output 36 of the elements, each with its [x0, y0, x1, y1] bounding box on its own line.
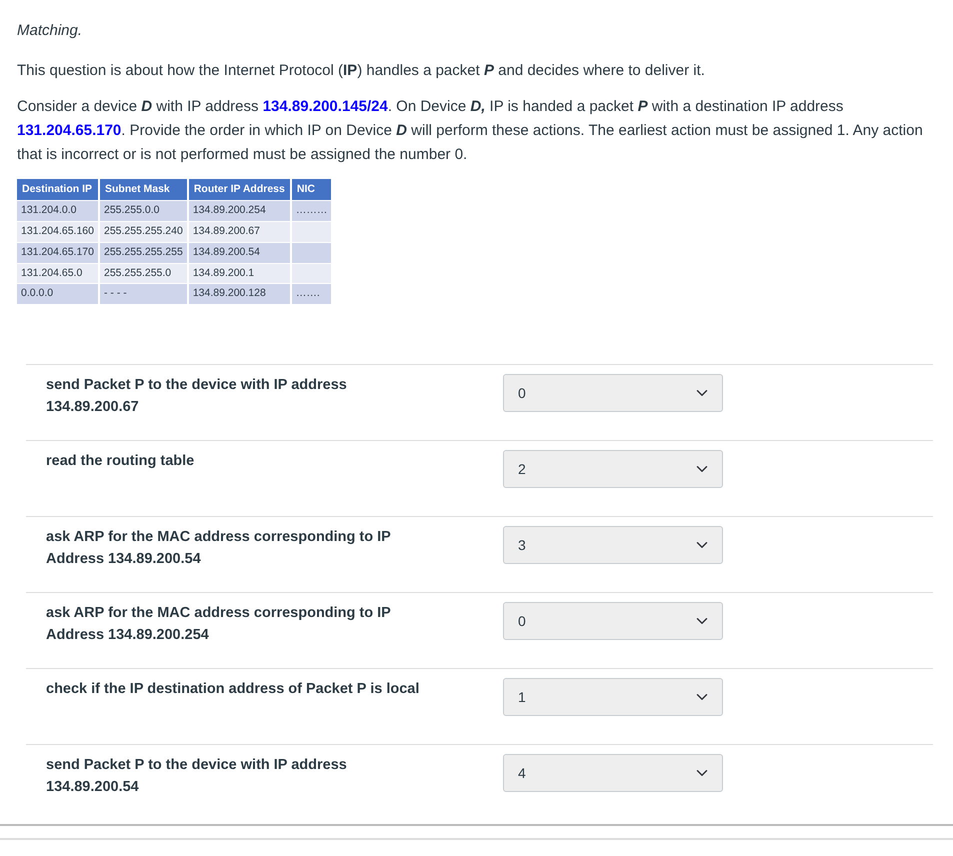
answer-dropdown[interactable]: 0: [503, 374, 723, 412]
table-cell: ………: [296, 204, 328, 216]
table-cell: 131.204.0.0: [21, 204, 76, 216]
answer-dropdown[interactable]: 2: [503, 450, 723, 488]
table-cell: 134.89.200.254: [192, 204, 266, 216]
table-cell: 134.89.200.67: [192, 225, 260, 237]
question-type: Matching.: [17, 21, 84, 41]
table-cell: 131.204.65.160: [21, 225, 94, 237]
answer-dropdown[interactable]: 1: [503, 678, 723, 716]
question-instructions: Consider a device D with IP address 134.89.200.145/24. On Device D, IP is handed a packet P with a destination IP address 131.204.65.170. Provide the order in which IP on Device D will perform these actions. The earliest action must be assigned 1. Any action that is incorrect or is not performed must be assigned the number 0.: [17, 96, 924, 164]
answer-dropdown[interactable]: 0: [503, 602, 723, 640]
match-prompt: read the routing table: [45, 452, 196, 471]
table-cell: 0.0.0.0: [21, 287, 54, 300]
table-cell: 255.255.255.0: [104, 266, 172, 278]
match-prompt: send Packet P to the device with IP address 134.89.200.67: [45, 376, 348, 418]
table-cell: 134.89.200.1: [192, 266, 254, 278]
table-cell: …….: [296, 287, 320, 300]
table-cell: 255.255.255.240: [104, 225, 183, 237]
table-cell: 134.89.200.128: [192, 287, 266, 300]
table-cell: - - - -: [104, 287, 127, 300]
table-cell: 131.204.65.170: [21, 246, 94, 258]
question-intro: This question is about how the Internet Protocol (IP) handles a packet P and decides where to deliver it.: [17, 60, 706, 80]
match-prompt: check if the IP destination address of Packet P is local: [45, 680, 420, 699]
column-header: Destination IP: [17, 178, 99, 201]
match-prompt: send Packet P to the device with IP address 134.89.200.54: [45, 756, 348, 798]
column-header: NIC: [290, 178, 332, 201]
table-cell: 134.89.200.54: [192, 246, 260, 258]
table-cell: 131.204.65.0: [21, 266, 82, 278]
column-header: Subnet Mask: [99, 178, 188, 201]
table-cell: 255.255.0.0: [104, 204, 160, 216]
table-cell: 255.255.255.255: [104, 246, 183, 258]
match-prompt: ask ARP for the MAC address corresponding to IP Address 134.89.200.54: [45, 528, 392, 570]
answer-dropdown[interactable]: 3: [503, 526, 723, 564]
column-header: Router IP Address: [188, 178, 291, 201]
match-prompt: ask ARP for the MAC address corresponding to IP Address 134.89.200.254: [45, 604, 392, 646]
answer-dropdown[interactable]: 4: [503, 754, 723, 792]
